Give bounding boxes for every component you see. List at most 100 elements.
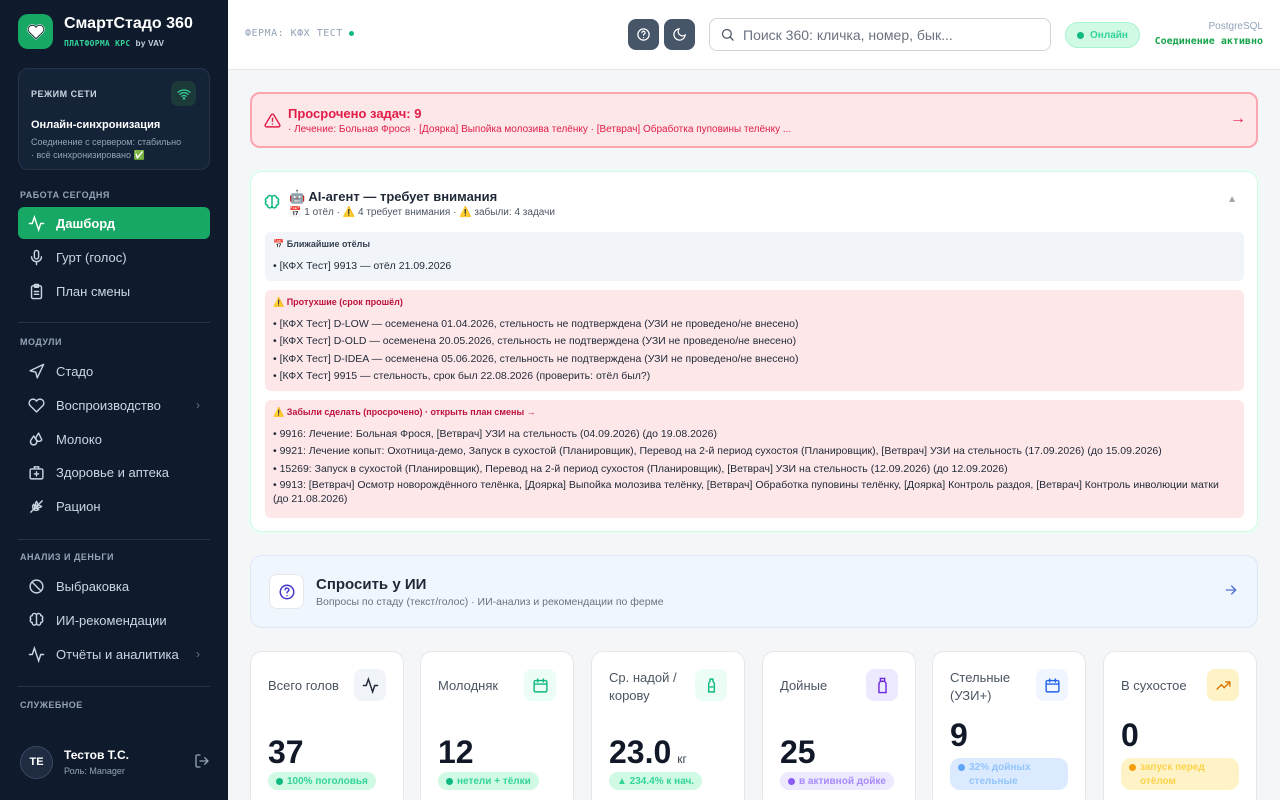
- search-input[interactable]: [743, 26, 1043, 43]
- expired-box: ⚠️ Протухшие (срок прошёл) • [КФХ Тест] …: [265, 290, 1244, 391]
- sidebar-item-culling[interactable]: Выбраковка: [18, 570, 210, 602]
- section-analysis: АНАЛИЗ И ДЕНЬГИ: [20, 552, 114, 562]
- sidebar-item-label: Молоко: [56, 431, 102, 447]
- network-title: Онлайн-синхронизация: [31, 119, 161, 131]
- calendar-icon: [1036, 669, 1068, 701]
- stat-chip: 100% поголовья: [268, 772, 376, 790]
- sidebar-item-dashboard[interactable]: Дашборд: [18, 207, 210, 239]
- activity-icon: [354, 669, 386, 701]
- mic-icon: [30, 249, 43, 265]
- avatar[interactable]: ТЕ: [20, 745, 53, 779]
- collapse-icon[interactable]: ▲: [1227, 194, 1237, 205]
- stat-card-dry[interactable]: В сухостое 0 запуск перед отёлом: [1103, 651, 1257, 800]
- heart-icon: [18, 14, 53, 49]
- sidebar-item-health[interactable]: Здоровье и аптека: [18, 456, 210, 488]
- stat-value: 12: [438, 734, 474, 770]
- stat-card-milking[interactable]: Дойные 25 в активной дойке: [762, 651, 916, 800]
- user-role: Роль: Manager: [64, 766, 125, 776]
- arrow-right-icon[interactable]: →: [1230, 110, 1246, 128]
- help-icon: [269, 574, 304, 609]
- sidebar: СмартСтадо 360 ПЛАТФОРМА КРС by VAV РЕЖИ…: [0, 0, 228, 800]
- activity-icon: [28, 645, 45, 663]
- stat-label: В сухостое: [1121, 678, 1187, 693]
- sidebar-item-herd[interactable]: Стадо: [18, 355, 210, 387]
- sidebar-item-ai-recommendations[interactable]: ИИ-рекомендации: [18, 604, 210, 636]
- brand[interactable]: СмартСтадо 360 ПЛАТФОРМА КРС by VAV: [18, 14, 193, 49]
- warning-icon: [264, 112, 281, 134]
- help-icon: [637, 28, 650, 41]
- stat-card-young[interactable]: Молодняк 12 нетели + тёлки: [420, 651, 574, 800]
- box-heading: 📅 Ближайшие отёлы: [273, 239, 371, 249]
- sidebar-item-milk[interactable]: Молоко: [18, 423, 210, 455]
- calendar-icon: [524, 669, 556, 701]
- stat-card-avg-milk[interactable]: Ср. надой / корову 23.0 кг ▲ 234.4% к нач…: [591, 651, 745, 800]
- sidebar-item-voice[interactable]: Гурт (голос): [18, 241, 210, 273]
- sidebar-item-label: Гурт (голос): [56, 249, 127, 265]
- stat-label: Ср. надой / корову: [609, 670, 677, 703]
- stat-card-total[interactable]: Всего голов 37 100% поголовья: [250, 651, 404, 800]
- sidebar-item-label: Выбраковка: [56, 578, 130, 594]
- ban-icon: [29, 578, 44, 594]
- sidebar-item-reports[interactable]: Отчёты и аналитика ›: [18, 638, 210, 670]
- section-today: РАБОТА СЕГОДНЯ: [20, 190, 110, 200]
- wifi-icon: [171, 81, 196, 106]
- search-icon: [721, 28, 734, 41]
- section-service: СЛУЖЕБНОЕ: [20, 700, 83, 710]
- section-modules: МОДУЛИ: [20, 337, 62, 347]
- ask-ai-card[interactable]: Спросить у ИИ Вопросы по стаду (текст/го…: [250, 555, 1258, 628]
- stat-label: Всего голов: [268, 678, 339, 693]
- divider: [18, 686, 210, 687]
- list-item: • [КФХ Тест] 9915 — стельность, срок был…: [273, 369, 651, 382]
- logout-icon[interactable]: [194, 753, 210, 774]
- ai-title: 🤖 AI-агент — требует внимания: [289, 189, 498, 204]
- sidebar-item-shift-plan[interactable]: План смены: [18, 275, 210, 307]
- list-item: • [КФХ Тест] D-LOW — осеменена 01.04.202…: [273, 318, 799, 330]
- calving-box: 📅 Ближайшие отёлы • [КФХ Тест] 9913 — от…: [265, 232, 1244, 281]
- brand-platform: ПЛАТФОРМА КРС by VAV: [64, 39, 165, 48]
- ai-agent-card: 🤖 AI-агент — требует внимания 📅 1 отёл ·…: [250, 171, 1258, 532]
- milk-bottle-icon: [866, 669, 898, 701]
- arrow-right-icon[interactable]: [1223, 582, 1239, 603]
- sidebar-item-label: ИИ-рекомендации: [56, 612, 167, 628]
- chevron-right-icon: ›: [196, 647, 200, 661]
- farm-status-dot: [348, 30, 354, 36]
- sidebar-item-label: Воспроизводство: [56, 397, 161, 413]
- online-dot: [1077, 31, 1085, 39]
- network-card: РЕЖИМ СЕТИ Онлайн-синхронизация Соединен…: [18, 68, 210, 170]
- theme-toggle-button[interactable]: [664, 19, 695, 50]
- list-item: • 15269: Запуск в сухостой (Планировщик)…: [273, 462, 1008, 475]
- milk-icon: [695, 669, 727, 701]
- briefcase-medical-icon: [29, 465, 44, 480]
- list-item: • 9921: Лечение копыт: Охотница-демо, За…: [273, 445, 1162, 458]
- sidebar-item-label: Дашборд: [56, 215, 116, 231]
- droplets-icon: [29, 431, 43, 445]
- box-heading[interactable]: ⚠️ Забыли сделать (просрочено) · открыть…: [273, 407, 1236, 418]
- divider: [18, 322, 210, 323]
- brand-title: СмартСтадо 360: [64, 15, 193, 32]
- moon-icon: [673, 28, 686, 41]
- sidebar-item-label: Отчёты и аналитика: [56, 646, 179, 662]
- sidebar-item-label: Стадо: [56, 363, 94, 379]
- stat-value: 23.0 кг: [609, 734, 687, 770]
- sidebar-item-ration[interactable]: Рацион: [18, 490, 210, 522]
- forgot-box[interactable]: ⚠️ Забыли сделать (просрочено) · открыть…: [265, 400, 1244, 518]
- online-badge: Онлайн: [1065, 22, 1140, 48]
- stat-card-pregnant[interactable]: Стельные (УЗИ+) 9 32% дойных стельные: [932, 651, 1086, 800]
- farm-indicator: ФЕРМА: КФХ ТЕСТ: [245, 28, 354, 39]
- help-button[interactable]: [628, 19, 659, 50]
- list-item: • [КФХ Тест] 9913 — отёл 21.09.2026: [273, 260, 452, 272]
- activity-icon: [28, 214, 45, 232]
- user-name: Тестов Т.С.: [64, 748, 129, 762]
- search-box[interactable]: [709, 18, 1051, 51]
- brain-icon: [263, 194, 281, 217]
- stat-chip: ▲ 234.4% к нач.: [609, 772, 703, 790]
- stat-chip: в активной дойке: [780, 772, 894, 790]
- brain-icon: [29, 612, 44, 626]
- divider: [18, 539, 210, 540]
- db-status: PostgreSQL Соединение активно: [1155, 21, 1263, 47]
- sidebar-item-reproduction[interactable]: Воспроизводство ›: [18, 389, 210, 421]
- overdue-alert[interactable]: Просрочено задач: 9 · Лечение: Больная Ф…: [250, 92, 1258, 148]
- wheat-icon: [30, 499, 43, 513]
- list-item: • 9916: Лечение: Больная Фрося, [Ветврач…: [273, 428, 717, 440]
- stat-value: 25: [780, 734, 816, 770]
